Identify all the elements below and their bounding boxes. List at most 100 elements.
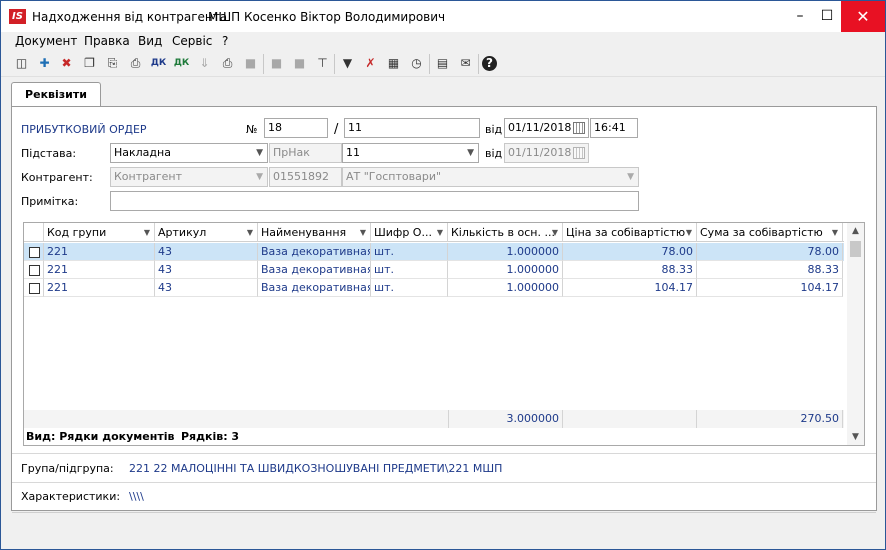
debit-credit-icon[interactable]: ДК <box>150 55 167 72</box>
menu-document[interactable]: Документ <box>15 34 77 48</box>
calendar-icon[interactable] <box>573 122 585 134</box>
close-button[interactable]: ✕ <box>841 1 885 32</box>
cell-group-code: 221 <box>44 279 155 297</box>
characteristics-value[interactable]: \\\\ <box>129 490 144 503</box>
toolbar: ◫ ✚ ✖ ❐ ⎘ ⎙ ДК ДК ⇓ ⎙ ■ ■ ■ ⊤ ▼ ✗ ▦ ◷ ▤ … <box>1 51 885 77</box>
note-input[interactable] <box>110 191 639 211</box>
number-prefix-input[interactable]: 18 <box>264 118 328 138</box>
column-header-article[interactable]: Артикул ▼ <box>155 223 258 242</box>
table-row[interactable]: 221 43 Ваза декоративная шт. 1.000000 78… <box>24 243 844 261</box>
history-icon[interactable]: ◷ <box>408 55 425 72</box>
title-bar: IS Надходження від контрагента МШП Косен… <box>1 1 885 32</box>
tree-icon[interactable]: ⊤ <box>314 55 331 72</box>
scroll-down-icon[interactable]: ▼ <box>847 429 864 445</box>
cell-quantity: 1.000000 <box>448 261 563 279</box>
tab-strip: Реквізити <box>11 82 877 107</box>
debit-credit-check-icon[interactable]: ДК <box>173 55 190 72</box>
sort-arrow-icon: ▼ <box>551 228 558 237</box>
cell-article: 43 <box>155 279 258 297</box>
table-row[interactable]: 221 43 Ваза декоративная шт. 1.000000 88… <box>24 261 844 279</box>
basis-date-value: 01/11/2018 <box>508 146 572 159</box>
delete-icon[interactable]: ✖ <box>58 55 75 72</box>
cell-sum: 78.00 <box>697 243 843 261</box>
disabled-action-1-icon[interactable]: ■ <box>268 55 285 72</box>
add-icon[interactable]: ✚ <box>36 55 53 72</box>
status-bar <box>12 512 876 537</box>
grid-header: Код групи ▼ Артикул ▼ Найменування ▼ Шифр О… <box>24 223 844 242</box>
basis-label: Підстава: <box>21 147 77 160</box>
column-header-price[interactable]: Ціна за собівартістю ▼ <box>563 223 697 242</box>
group-label: Група/підгрупа: <box>21 462 114 475</box>
chevron-down-icon: ▼ <box>627 172 634 182</box>
divider <box>12 453 876 454</box>
cell-group-code: 221 <box>44 261 155 279</box>
menu-view[interactable]: Вид <box>138 34 162 48</box>
scroll-thumb[interactable] <box>850 241 861 257</box>
chevron-down-icon: ▼ <box>256 148 263 158</box>
export-icon[interactable]: ■ <box>242 55 259 72</box>
basis-number-value: 11 <box>346 146 360 159</box>
basis-select[interactable]: Накладна ▼ <box>110 143 268 163</box>
tab-requisites[interactable]: Реквізити <box>11 82 101 107</box>
disabled-action-2-icon[interactable]: ■ <box>291 55 308 72</box>
paste-special-icon[interactable]: ⎙ <box>127 55 144 72</box>
minimize-button[interactable]: – <box>785 1 815 32</box>
column-header-name[interactable]: Найменування ▼ <box>258 223 371 242</box>
column-header-unit[interactable]: Шифр О... ▼ <box>371 223 448 242</box>
date-input[interactable]: 01/11/2018 <box>504 118 589 138</box>
column-header-group-code[interactable]: Код групи ▼ <box>44 223 155 242</box>
basis-date-label: від <box>485 147 503 160</box>
paste-icon[interactable]: ⎘ <box>104 55 121 72</box>
menu-service[interactable]: Сервіс <box>172 34 212 48</box>
characteristics-label: Характеристики: <box>21 490 121 503</box>
row-checkbox[interactable] <box>29 265 40 276</box>
row-checkbox[interactable] <box>29 283 40 294</box>
row-checkbox-cell <box>24 261 44 279</box>
clear-filter-icon[interactable]: ✗ <box>362 55 379 72</box>
row-checkbox[interactable] <box>29 247 40 258</box>
table-row[interactable]: 221 43 Ваза декоративная шт. 1.000000 10… <box>24 279 844 297</box>
help-icon[interactable]: ? <box>482 56 497 71</box>
toolbar-separator <box>263 54 264 74</box>
grid-vertical-scrollbar[interactable]: ▲ ▼ <box>847 223 864 445</box>
copy-record-icon[interactable]: ◫ <box>13 55 30 72</box>
document-lines-grid: Код групи ▼ Артикул ▼ Найменування ▼ Шифр О… <box>23 222 865 446</box>
column-header-sum[interactable]: Сума за собівартістю ▼ <box>697 223 843 242</box>
number-suffix-input[interactable]: 11 <box>344 118 480 138</box>
date-label: від <box>485 123 503 136</box>
counterparty-label: Контрагент: <box>21 171 93 184</box>
divider <box>12 482 876 483</box>
duplicate-icon[interactable]: ❐ <box>81 55 98 72</box>
menu-edit[interactable]: Правка <box>84 34 130 48</box>
counterparty-code-field: 01551892 <box>269 167 342 187</box>
sort-down-icon[interactable]: ⇓ <box>196 55 213 72</box>
cell-price: 88.33 <box>563 261 697 279</box>
print-icon[interactable]: ⎙ <box>219 55 236 72</box>
window-title: Надходження від контрагента <box>32 10 228 24</box>
cell-article: 43 <box>155 261 258 279</box>
email-icon[interactable]: ✉ <box>457 55 474 72</box>
cell-group-code: 221 <box>44 243 155 261</box>
calculator-icon[interactable]: ▤ <box>434 55 451 72</box>
menu-help[interactable]: ? <box>222 34 228 48</box>
toolbar-separator <box>429 54 430 74</box>
counterparty-name-select: АТ "Госптовари" ▼ <box>342 167 639 187</box>
time-input[interactable]: 16:41 <box>590 118 638 138</box>
cell-name: Ваза декоративная <box>258 279 371 297</box>
toolbar-separator <box>334 54 335 74</box>
sort-arrow-icon: ▼ <box>143 228 150 237</box>
cell-sum: 104.17 <box>697 279 843 297</box>
total-quantity: 3.000000 <box>448 410 563 428</box>
basis-number-select[interactable]: 11 ▼ <box>342 143 479 163</box>
cell-sum: 88.33 <box>697 261 843 279</box>
maximize-button[interactable]: ☐ <box>812 1 842 32</box>
table-icon[interactable]: ▦ <box>385 55 402 72</box>
column-header-quantity[interactable]: Кількість в осн. ... ▼ <box>448 223 563 242</box>
grid-header-checkbox <box>24 223 44 242</box>
grid-totals: 3.000000 270.50 <box>24 410 844 428</box>
scroll-up-icon[interactable]: ▲ <box>847 223 864 239</box>
cell-price: 104.17 <box>563 279 697 297</box>
chevron-down-icon: ▼ <box>256 172 263 182</box>
filter-icon[interactable]: ▼ <box>339 55 356 72</box>
sort-arrow-icon: ▼ <box>831 228 838 237</box>
